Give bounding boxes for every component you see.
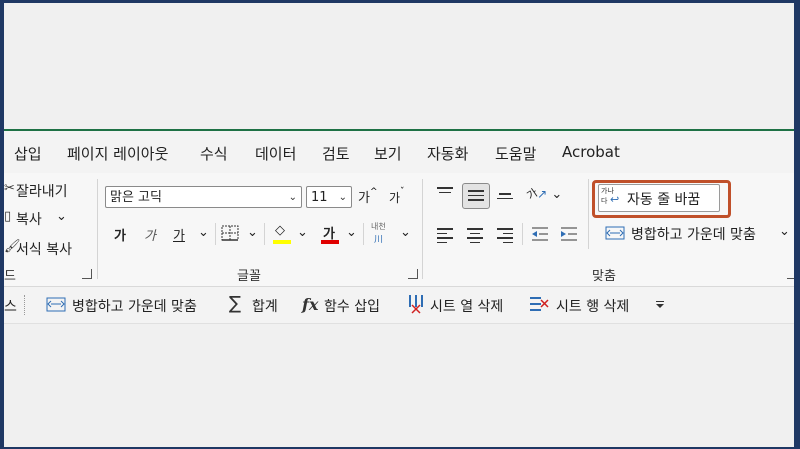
chevron-down-icon[interactable]: ⌄ [346, 225, 357, 240]
chevron-down-icon: ⌄ [547, 187, 563, 202]
delete-column-icon [409, 295, 423, 314]
chevron-down-icon[interactable]: ⌄ [400, 225, 411, 240]
phonetic-button[interactable]: 내천 川 [370, 221, 394, 245]
font-name-value: 맑은 고딕 [110, 190, 162, 205]
clipboard-group-label: 드 [4, 269, 16, 284]
divider [264, 223, 265, 245]
caret-down-icon: ˇ [400, 187, 405, 197]
caret-down-icon [656, 304, 664, 308]
shrink-font-button[interactable]: 가ˇ [389, 187, 405, 206]
qat-delete-column-label: 시트 열 삭제 [430, 299, 504, 315]
borders-icon [221, 225, 239, 241]
chevron-down-icon[interactable]: ⌄ [247, 225, 258, 240]
qat-customize-button[interactable] [656, 301, 666, 309]
caret-up-icon: ^ [369, 187, 378, 197]
ribbon-home: ✂ 잘라내기 ▯ 복사 ⌄ 🖌 서식 복사 드 맑은 고딕 ⌄ 11 ⌄ 가^ … [4, 173, 794, 287]
excel-window: 삽입 페이지 레이아웃 수식 데이터 검토 보기 자동화 도움말 Acrobat… [4, 3, 794, 447]
underline-button[interactable]: 가 [173, 225, 185, 244]
merge-cells-icon [605, 226, 625, 240]
font-color-button[interactable]: 가 [320, 223, 340, 245]
align-middle-button[interactable] [462, 183, 490, 209]
fill-color-button[interactable]: ◇ [272, 223, 292, 245]
divider [24, 295, 26, 315]
divider [97, 179, 98, 279]
empty-area [4, 324, 794, 447]
font-size-value: 11 [311, 190, 328, 205]
cut-label: 잘라내기 [16, 184, 68, 200]
grow-font-icon: 가 [358, 191, 370, 206]
font-group-label: 글꼴 [237, 269, 261, 284]
tab-data[interactable]: 데이터 [255, 143, 296, 164]
wrap-text-label: 자동 줄 바꿈 [627, 192, 701, 208]
wrap-text-icon-bottom: 다 [601, 197, 608, 205]
divider [588, 179, 589, 249]
qat-sum-label[interactable]: 합계 [252, 296, 278, 316]
font-size-select[interactable]: 11 ⌄ [306, 186, 352, 208]
chevron-down-icon[interactable]: ⌄ [198, 225, 209, 240]
empty-area [4, 3, 794, 129]
copy-icon: ▯ [4, 209, 12, 224]
grow-font-button[interactable]: 가^ [358, 187, 378, 206]
divider [422, 179, 423, 279]
divider [215, 223, 216, 245]
increase-indent-icon [561, 227, 577, 241]
chevron-down-icon[interactable]: ⌄ [297, 225, 308, 240]
qat-merge-center-label: 병합하고 가운데 맞춤 [72, 299, 197, 315]
qat-delete-row-label: 시트 행 삭제 [556, 299, 630, 315]
tab-review[interactable]: 검토 [322, 143, 350, 164]
merge-cells-icon [46, 297, 66, 312]
phonetic-icon-top: 내천 [371, 222, 386, 231]
orientation-button[interactable]: 가↗ ⌄ [524, 183, 563, 202]
ribbon-tab-bar: 삽입 페이지 레이아웃 수식 데이터 검토 보기 자동화 도움말 Acrobat [4, 131, 794, 173]
font-color-swatch [321, 240, 339, 244]
align-top-icon[interactable] [437, 187, 453, 196]
borders-button[interactable] [221, 225, 239, 245]
paint-bucket-icon: ◇ [275, 223, 285, 238]
italic-button[interactable]: 가 [144, 225, 156, 244]
decrease-indent-icon [532, 227, 548, 241]
clipboard-launcher-icon[interactable] [82, 269, 92, 279]
delete-row-icon [530, 297, 549, 311]
scissors-icon: ✂ [4, 181, 15, 196]
phonetic-icon-bottom: 川 [374, 235, 384, 245]
align-middle-icon [468, 190, 484, 204]
merge-center-label: 병합하고 가운데 맞춤 [631, 227, 756, 243]
bold-button[interactable]: 가 [114, 225, 126, 244]
font-launcher-icon[interactable] [408, 269, 418, 279]
tab-acrobat[interactable]: Acrobat [562, 143, 620, 161]
copy-label: 복사 [16, 212, 42, 228]
align-bottom-icon[interactable] [497, 193, 513, 202]
fill-color-swatch [273, 240, 291, 244]
bar-icon [656, 301, 664, 302]
wrap-arrow-icon: ↩ [610, 193, 620, 206]
tab-insert[interactable]: 삽입 [14, 143, 42, 164]
chevron-down-icon: ⌄ [338, 192, 347, 203]
tab-view[interactable]: 보기 [374, 143, 402, 164]
align-left-icon[interactable] [437, 228, 453, 246]
chevron-down-icon[interactable]: ⌄ [56, 209, 67, 224]
decrease-indent-button[interactable] [530, 226, 550, 242]
fx-icon: fx [302, 295, 319, 314]
alignment-group-label: 맞춤 [592, 269, 616, 284]
divider [522, 223, 523, 245]
tab-formulas[interactable]: 수식 [200, 143, 228, 164]
tab-page-layout[interactable]: 페이지 레이아웃 [67, 143, 168, 164]
increase-indent-button[interactable] [559, 226, 579, 242]
align-center-icon[interactable] [467, 228, 483, 246]
divider [363, 223, 364, 245]
align-right-icon[interactable] [497, 228, 513, 246]
tab-help[interactable]: 도움말 [495, 143, 536, 164]
qat-partial-item[interactable]: 스 [4, 296, 17, 316]
tab-automate[interactable]: 자동화 [427, 143, 468, 164]
font-name-select[interactable]: 맑은 고딕 ⌄ [105, 186, 302, 208]
qat-insert-function-label: 함수 삽입 [324, 299, 380, 315]
chevron-down-icon: ⌄ [779, 224, 790, 239]
chevron-down-icon: ⌄ [288, 192, 297, 203]
shrink-font-icon: 가 [389, 191, 401, 205]
wrap-text-button[interactable]: 가나 다 ↩ 자동 줄 바꿈 [598, 184, 720, 212]
alignment-launcher-icon[interactable] [787, 269, 794, 279]
format-painter-label: 서식 복사 [16, 242, 72, 258]
sigma-icon: ∑ [229, 293, 242, 314]
quick-access-toolbar: 스 병합하고 가운데 맞춤 ∑ 합계 fx 함수 삽입 시트 열 삭제 시트 행… [4, 287, 794, 324]
